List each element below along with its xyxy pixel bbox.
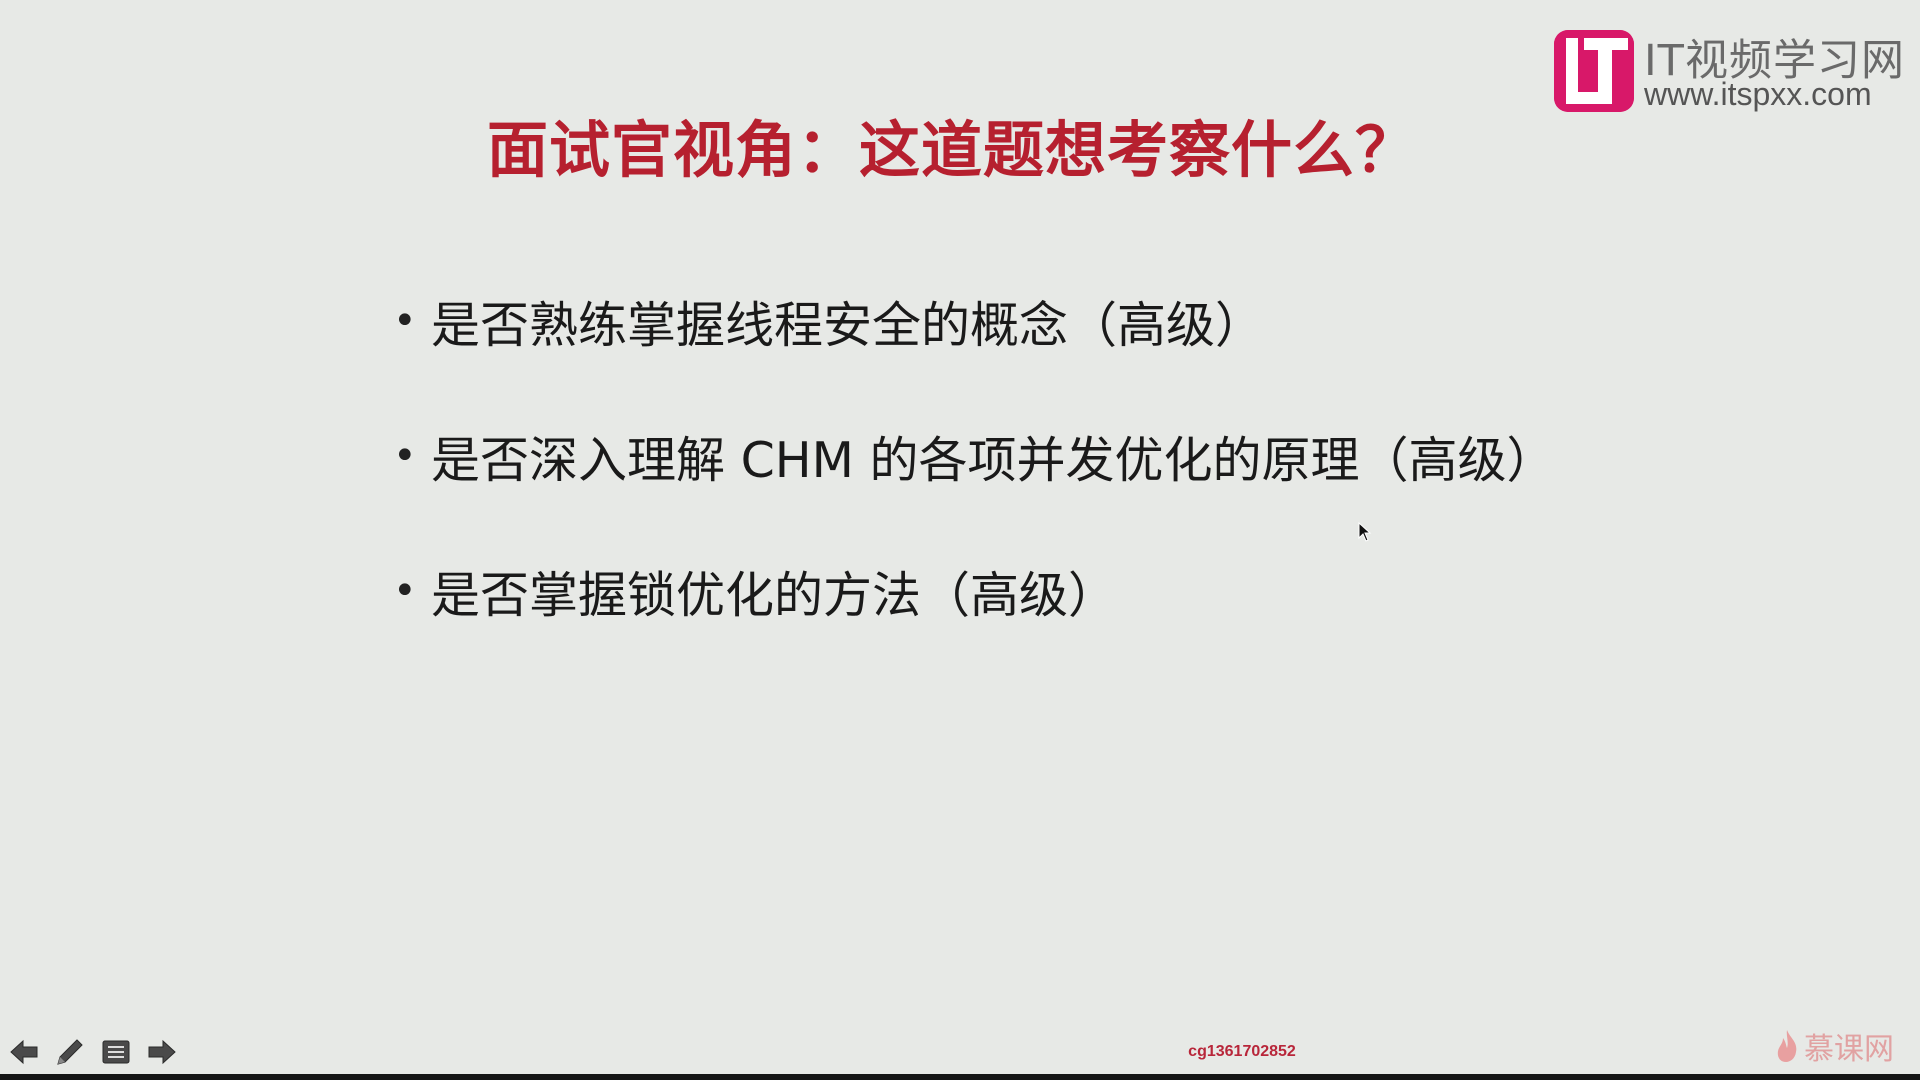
pen-tool-button[interactable] [54, 1036, 86, 1068]
bullet-item: • 是否掌握锁优化的方法（高级） [393, 556, 1556, 626]
pen-icon [57, 1039, 83, 1065]
arrow-left-icon [10, 1039, 38, 1065]
slide: 面试官视角：这道题想考察什么？ • 是否熟练掌握线程安全的概念（高级） • 是否… [0, 0, 1920, 1074]
it-letters-icon [1554, 30, 1634, 112]
arrow-right-icon [148, 1039, 176, 1065]
bullet-item: • 是否深入理解 CHM 的各项并发优化的原理（高级） [393, 421, 1556, 491]
bullet-marker: • [393, 298, 417, 344]
bullet-item: • 是否熟练掌握线程安全的概念（高级） [393, 286, 1556, 356]
slide-menu-button[interactable] [100, 1036, 132, 1068]
logo-url: www.itspxx.com [1644, 76, 1872, 112]
bottom-edge-bar [0, 1074, 1920, 1080]
menu-icon [102, 1040, 130, 1064]
itspxx-logo: IT视频学习网 www.itspxx.com [1554, 30, 1914, 116]
flame-icon [1777, 1030, 1797, 1062]
user-id-watermark: cg1361702852 [1188, 1043, 1296, 1060]
bullet-list: • 是否熟练掌握线程安全的概念（高级） • 是否深入理解 CHM 的各项并发优化… [393, 286, 1556, 691]
mouse-cursor-icon [1358, 522, 1372, 542]
slideshow-controls [8, 1034, 178, 1070]
mooc-logo: 慕课网 [1774, 1026, 1894, 1067]
it-logo-mark [1554, 30, 1634, 112]
bullet-text: 是否深入理解 CHM 的各项并发优化的原理（高级） [431, 431, 1556, 489]
bullet-marker: • [393, 568, 417, 614]
bullet-text: 是否掌握锁优化的方法（高级） [431, 566, 1118, 624]
prev-slide-button[interactable] [8, 1036, 40, 1068]
bullet-marker: • [393, 433, 417, 479]
bullet-text: 是否熟练掌握线程安全的概念（高级） [431, 296, 1265, 354]
mooc-label: 慕课网 [1804, 1032, 1894, 1067]
next-slide-button[interactable] [146, 1036, 178, 1068]
